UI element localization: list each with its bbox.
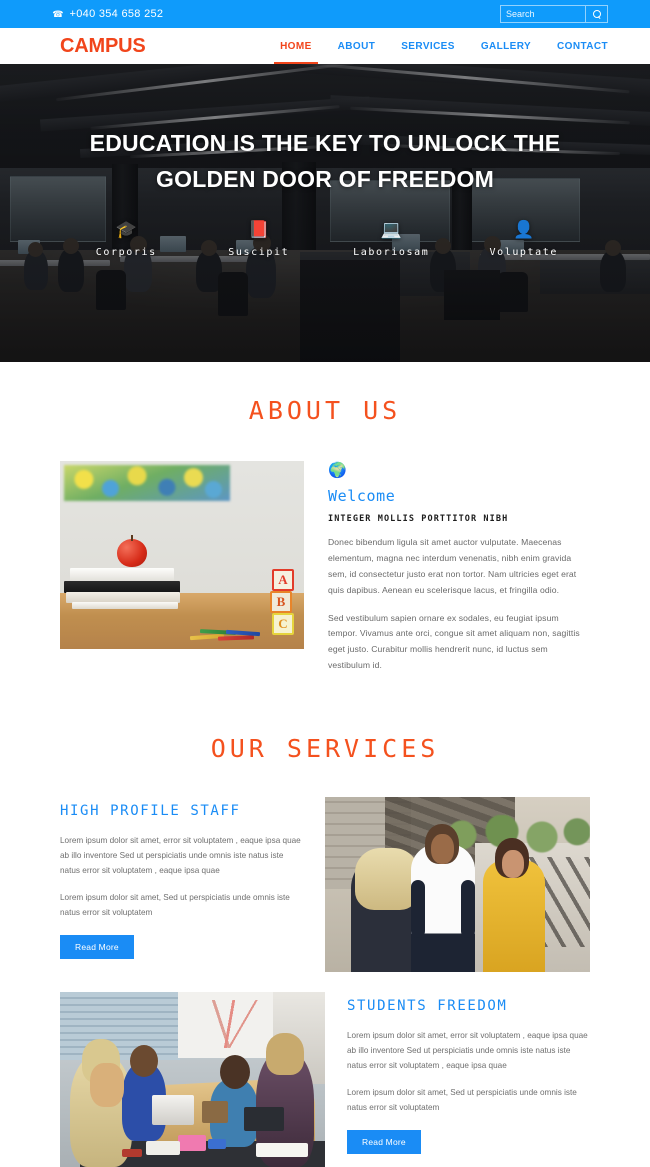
top-bar: ☎ +040 354 658 252 bbox=[0, 0, 650, 28]
letter-block-b: B bbox=[270, 591, 292, 613]
about-paragraph-1: Donec bibendum ligula sit amet auctor vu… bbox=[328, 537, 577, 595]
about-paragraph-2: Sed vestibulum sapien ornare ex sodales,… bbox=[328, 612, 580, 671]
search-box[interactable] bbox=[500, 5, 608, 23]
service-image-students-talking bbox=[325, 797, 590, 973]
globe-icon: 🌍 bbox=[328, 462, 347, 479]
nav-item-home[interactable]: HOME bbox=[274, 30, 318, 66]
main-navigation-bar: CAMPUS HOME ABOUT SERVICES GALLERY CONTA… bbox=[0, 28, 650, 66]
laptop-icon: 💻 bbox=[380, 220, 402, 240]
about-image: A B C bbox=[60, 461, 304, 649]
letter-block-a: A bbox=[272, 569, 294, 591]
site-logo[interactable]: CAMPUS bbox=[60, 35, 146, 58]
nav-item-about[interactable]: ABOUT bbox=[338, 30, 376, 63]
hero-feature-suscipit[interactable]: 📕 Suscipit bbox=[193, 221, 326, 258]
nav-links: HOME ABOUT SERVICES GALLERY CONTACT bbox=[274, 30, 608, 66]
service-paragraph-1: Lorem ipsum dolor sit amet, error sit vo… bbox=[347, 1031, 588, 1071]
service-paragraph-2: Lorem ipsum dolor sit amet, Sed ut persp… bbox=[347, 1087, 577, 1112]
nav-item-gallery[interactable]: GALLERY bbox=[481, 30, 531, 63]
hero-feature-voluptate[interactable]: 👤 Voluptate bbox=[458, 221, 591, 258]
nav-item-contact[interactable]: CONTACT bbox=[557, 30, 608, 63]
about-subheading: INTEGER MOLLIS PORTTITOR NIBH bbox=[328, 514, 509, 524]
wall-artwork bbox=[64, 465, 230, 501]
about-heading: ABOUT US bbox=[248, 396, 402, 425]
service-title: STUDENTS FREEDOM bbox=[347, 998, 508, 1015]
service-item-students-freedom: STUDENTS FREEDOM Lorem ipsum dolor sit a… bbox=[60, 992, 590, 1167]
hero-feature-list: 🎓 Corporis 📕 Suscipit 💻 Laboriosam 👤 Vol… bbox=[0, 221, 650, 258]
about-section: ABOUT US A B C 🌍 Welcome INTEGER MOLLIS … bbox=[0, 362, 650, 686]
about-welcome-title: Welcome bbox=[328, 487, 396, 505]
search-icon bbox=[592, 10, 601, 18]
book-icon: 📕 bbox=[248, 220, 270, 240]
search-input[interactable] bbox=[501, 6, 585, 22]
about-text-block: 🌍 Welcome INTEGER MOLLIS PORTTITOR NIBH … bbox=[328, 461, 590, 686]
phone-number: +040 354 658 252 bbox=[69, 8, 164, 20]
search-button[interactable] bbox=[585, 6, 607, 22]
hero-feature-laboriosam[interactable]: 💻 Laboriosam bbox=[325, 221, 458, 258]
letter-block-c: C bbox=[272, 613, 294, 635]
read-more-button-staff[interactable]: Read More bbox=[60, 934, 134, 959]
services-section: OUR SERVICES HIGH PROFILE STAFF Lorem ip… bbox=[0, 686, 650, 1167]
service-title: HIGH PROFILE STAFF bbox=[60, 803, 241, 820]
phone-contact[interactable]: ☎ +040 354 658 252 bbox=[52, 8, 163, 20]
service-item-high-profile-staff: HIGH PROFILE STAFF Lorem ipsum dolor sit… bbox=[60, 797, 590, 973]
hero-title: EDUCATION IS THE KEY TO UNLOCK THE GOLDE… bbox=[89, 130, 561, 192]
red-apple bbox=[117, 539, 147, 567]
service-paragraph-2: Lorem ipsum dolor sit amet, Sed ut persp… bbox=[60, 892, 290, 917]
service-image-group-table bbox=[60, 992, 325, 1167]
graduation-cap-icon: 🎓 bbox=[115, 220, 137, 240]
hero-banner: EDUCATION IS THE KEY TO UNLOCK THE GOLDE… bbox=[0, 64, 650, 362]
read-more-button-freedom[interactable]: Read More bbox=[347, 1129, 421, 1154]
services-heading: OUR SERVICES bbox=[210, 734, 440, 764]
hero-feature-label: Corporis bbox=[95, 247, 157, 259]
user-icon: 👤 bbox=[513, 220, 535, 240]
hero-feature-label: Laboriosam bbox=[353, 247, 430, 259]
hero-feature-label: Voluptate bbox=[489, 247, 559, 259]
hero-feature-corporis[interactable]: 🎓 Corporis bbox=[60, 221, 193, 258]
hero-feature-label: Suscipit bbox=[228, 247, 290, 259]
phone-icon: ☎ bbox=[52, 8, 64, 19]
service-paragraph-1: Lorem ipsum dolor sit amet, error sit vo… bbox=[60, 836, 301, 876]
nav-item-services[interactable]: SERVICES bbox=[401, 30, 455, 63]
